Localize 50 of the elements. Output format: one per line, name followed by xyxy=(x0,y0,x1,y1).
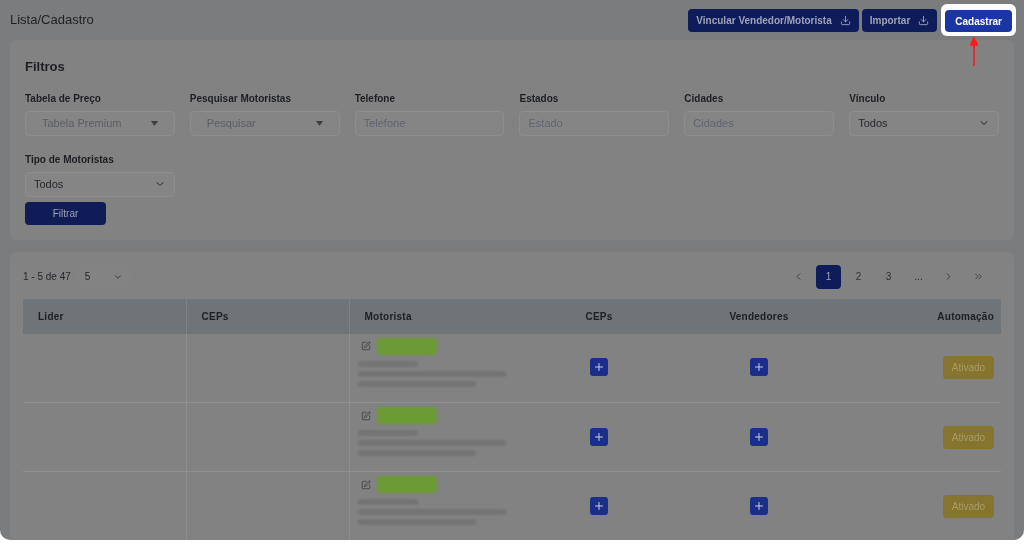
plus-icon xyxy=(593,430,605,443)
panel-title: Filtros xyxy=(25,58,66,76)
column-header: Lider xyxy=(23,298,186,334)
caret-icon xyxy=(315,120,323,126)
download-icon xyxy=(918,14,930,26)
column-header: Automação xyxy=(839,298,1001,334)
column-header: CEPs xyxy=(186,298,349,334)
edit-icon[interactable] xyxy=(360,341,371,351)
field-label: Tipo de Motoristas xyxy=(25,152,115,167)
add-button[interactable] xyxy=(590,358,608,377)
plus-icon xyxy=(593,361,605,374)
column-header: Vendedores xyxy=(679,298,839,334)
column-header: CEPs xyxy=(519,298,679,334)
plus-icon xyxy=(593,499,605,512)
add-button[interactable] xyxy=(590,427,608,446)
range-text: 1 - 5 de 47 xyxy=(23,270,71,284)
field-label: Pesquisar Motoristas xyxy=(189,91,292,106)
select-field[interactable]: Todos xyxy=(849,110,999,136)
add-button[interactable] xyxy=(750,496,768,515)
page-button[interactable]: 3 xyxy=(876,264,901,289)
field-label: Vínculo xyxy=(849,91,887,106)
plus-icon xyxy=(753,430,765,443)
caret-icon xyxy=(150,120,158,126)
column-header: Motorista xyxy=(349,298,519,334)
page-title: Lista/Cadastro xyxy=(10,11,94,30)
edit-icon[interactable] xyxy=(360,479,371,490)
select-field[interactable]: Todos xyxy=(25,171,175,197)
add-button[interactable] xyxy=(750,358,768,377)
edit-icon[interactable] xyxy=(360,410,371,421)
add-button[interactable] xyxy=(750,427,768,446)
register-button[interactable]: Cadastrar xyxy=(945,10,1012,33)
field-label: Cidades xyxy=(684,91,725,106)
blurred-name-tag xyxy=(376,337,437,355)
field-label: Estados xyxy=(519,91,560,106)
page-button[interactable]: 1 xyxy=(816,264,841,289)
double-chevron-right-icon xyxy=(973,271,984,282)
page-button[interactable]: ... xyxy=(906,264,931,289)
download-icon xyxy=(839,14,851,26)
blurred-name-tag xyxy=(376,476,437,493)
plus-icon xyxy=(753,499,765,512)
page-button[interactable]: 2 xyxy=(846,264,871,289)
arrow-icon xyxy=(970,35,979,66)
blurred-name-tag xyxy=(376,407,437,424)
download-button[interactable]: Importar xyxy=(861,8,938,32)
field-label: Tabela de Preço xyxy=(25,91,102,106)
download-button[interactable]: Vincular Vendedor/Motorista xyxy=(688,8,859,32)
add-button[interactable] xyxy=(590,496,608,515)
field-label: Telefone xyxy=(354,91,397,106)
filter-button[interactable]: Filtrar xyxy=(25,201,106,225)
plus-icon xyxy=(753,361,765,374)
